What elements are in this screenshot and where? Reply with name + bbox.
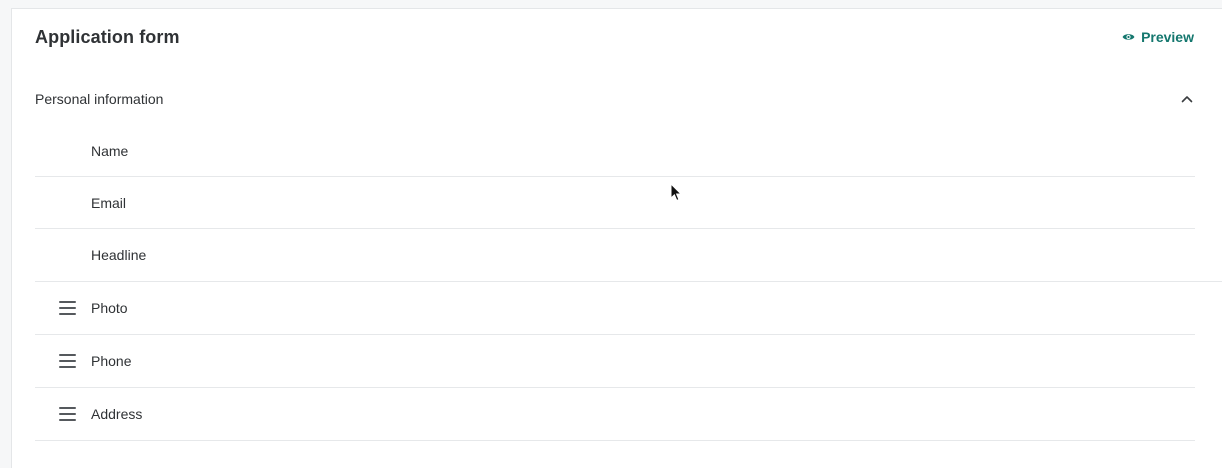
section-title: Personal information	[35, 91, 164, 107]
field-label: Address	[91, 406, 143, 422]
field-label: Phone	[91, 353, 132, 369]
field-row-name: Name	[35, 125, 1195, 177]
drag-handle-icon[interactable]	[59, 353, 76, 369]
chevron-up-icon[interactable]	[1181, 95, 1195, 103]
preview-label: Preview	[1141, 29, 1194, 45]
field-row-email: Email	[35, 177, 1195, 229]
application-form-card: Application form Preview Personal inform…	[11, 8, 1222, 468]
field-row-photo[interactable]: Photo	[35, 282, 1195, 335]
field-list: Name Email Headline Photo Phone Address	[35, 125, 1222, 441]
field-label: Email	[91, 194, 127, 211]
field-row-phone[interactable]: Phone	[35, 335, 1195, 388]
field-row-address[interactable]: Address	[35, 388, 1195, 441]
field-label: Headline	[91, 247, 147, 263]
eye-icon	[1122, 32, 1135, 42]
field-label: Name	[91, 142, 129, 159]
section-header-personal-information[interactable]: Personal information	[35, 79, 1195, 119]
field-label: Photo	[91, 300, 128, 316]
preview-button[interactable]: Preview	[1122, 29, 1194, 45]
page-title: Application form	[35, 26, 180, 47]
drag-handle-icon[interactable]	[59, 300, 76, 316]
form-header: Application form Preview	[35, 9, 1195, 65]
mouse-cursor-icon	[670, 183, 682, 202]
drag-handle-icon[interactable]	[59, 406, 76, 422]
field-row-headline: Headline	[35, 229, 1222, 282]
